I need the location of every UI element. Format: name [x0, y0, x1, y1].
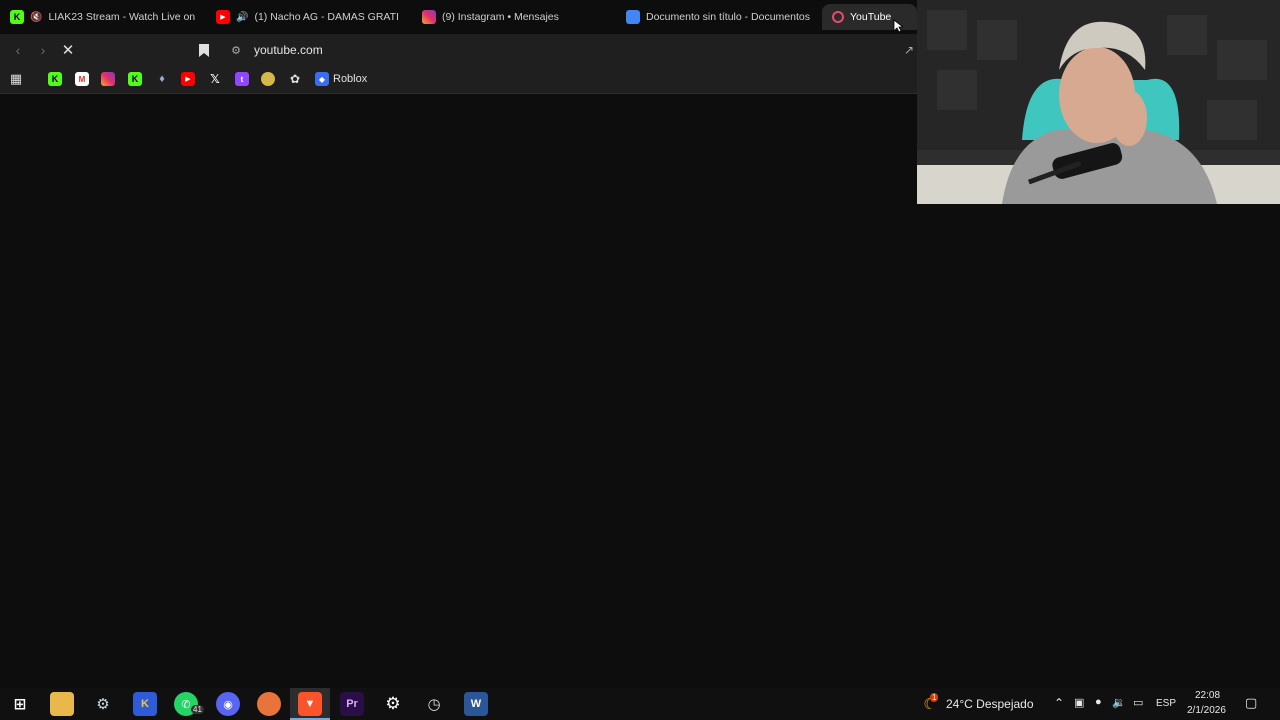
bookmark-icon: [199, 43, 209, 57]
browser-toolbar: ‹ › ✕ ⚙ youtube.com ↗: [0, 34, 917, 66]
kick-icon[interactable]: K: [128, 72, 142, 86]
tab-kick-stream[interactable]: K 🔇 LIAK23 Stream - Watch Live on K: [10, 4, 195, 30]
steam-icon[interactable]: ⚙: [91, 692, 115, 716]
clock-date[interactable]: 2/1/2026: [1187, 705, 1226, 716]
tab-label: (1) Nacho AG - DAMAS GRATIS (V: [254, 11, 398, 23]
windows-start-icon[interactable]: ⊞: [8, 692, 32, 716]
x-icon[interactable]: 𝕏: [208, 72, 222, 86]
streamer-webcam-image: [917, 0, 1280, 204]
file-explorer-icon[interactable]: [50, 692, 74, 716]
obs-icon[interactable]: [257, 692, 281, 716]
browser-window: K 🔇 LIAK23 Stream - Watch Live on K ▶ 🔊 …: [0, 0, 917, 688]
back-button[interactable]: ‹: [8, 40, 28, 60]
settings-icon[interactable]: ⚙: [381, 692, 405, 716]
address-bar[interactable]: ⚙ youtube.com: [224, 37, 917, 63]
language-indicator[interactable]: ESP: [1156, 698, 1176, 709]
clock-time[interactable]: 22:08: [1195, 690, 1220, 701]
device-icon[interactable]: ▣: [1074, 696, 1084, 709]
gmail-icon[interactable]: M: [75, 72, 89, 86]
youtube-icon: ▶: [216, 10, 230, 24]
microphone-icon[interactable]: ●: [1095, 696, 1102, 708]
tab-youtube-video[interactable]: ▶ 🔊 (1) Nacho AG - DAMAS GRATIS (V: [216, 4, 398, 30]
youtube-icon[interactable]: ▶: [181, 72, 195, 86]
tab-label: (9) Instagram • Mensajes: [442, 11, 559, 23]
stop-loading-button[interactable]: ✕: [58, 40, 78, 60]
discord-icon[interactable]: ◉: [216, 692, 240, 716]
coin-icon[interactable]: [261, 72, 275, 86]
tab-strip: K 🔇 LIAK23 Stream - Watch Live on K ▶ 🔊 …: [0, 0, 917, 34]
bookmarks-bar: ▦ K M K ♦ ▶ 𝕏 t ✿ ◆ Roblox: [0, 66, 917, 94]
notification-icon[interactable]: ▢: [1245, 695, 1257, 711]
bookmark-button[interactable]: [194, 40, 214, 60]
roblox-icon[interactable]: ◆: [315, 72, 329, 86]
page-content: [0, 95, 917, 688]
cursor-icon: [893, 19, 903, 33]
instagram-icon: [422, 10, 436, 24]
docs-icon: [626, 10, 640, 24]
webcam-overlay: [917, 0, 1280, 204]
tab-google-docs[interactable]: Documento sin título - Documentos: [626, 4, 811, 30]
bookmark-roblox-label[interactable]: Roblox: [333, 73, 367, 85]
kick-app-icon[interactable]: K: [133, 692, 157, 716]
tab-label: Documento sin título - Documentos: [646, 11, 810, 23]
sound-icon[interactable]: 🔊: [236, 12, 248, 23]
apps-grid-icon[interactable]: ▦: [9, 71, 23, 86]
game-app-icon[interactable]: ◷: [422, 692, 446, 716]
url-text: youtube.com: [254, 43, 323, 57]
share-button[interactable]: ↗: [899, 40, 919, 60]
volume-icon[interactable]: 🔉: [1112, 696, 1126, 709]
windows-taskbar: ⊞ ⚙ K ✆ 41 ◉ ▼ Pr ⚙ ◷ W ☾ 1 24°C Despeja…: [0, 688, 1280, 720]
ethereum-icon[interactable]: ♦: [155, 72, 169, 86]
chatgpt-icon[interactable]: ✿: [288, 72, 302, 86]
brave-browser-icon[interactable]: ▼: [298, 692, 322, 716]
weather-text[interactable]: 24°C Despejado: [946, 697, 1034, 711]
chevron-up-icon[interactable]: ⌃: [1054, 696, 1064, 710]
forward-button[interactable]: ›: [33, 40, 53, 60]
word-icon[interactable]: W: [464, 692, 488, 716]
kick-icon: K: [10, 10, 24, 24]
muted-icon[interactable]: 🔇: [30, 12, 42, 23]
twitch-icon[interactable]: t: [235, 72, 249, 86]
tab-instagram[interactable]: (9) Instagram • Mensajes: [422, 4, 612, 30]
network-icon[interactable]: ▭: [1133, 696, 1143, 709]
premiere-pro-icon[interactable]: Pr: [340, 692, 364, 716]
tab-label: LIAK23 Stream - Watch Live on K: [48, 11, 195, 23]
kick-icon[interactable]: K: [48, 72, 62, 86]
instagram-icon[interactable]: [101, 72, 115, 86]
loading-icon: [832, 11, 844, 23]
site-settings-icon[interactable]: ⚙: [224, 44, 248, 57]
whatsapp-badge: 41: [191, 705, 204, 714]
tab-label: YouTube: [850, 11, 892, 23]
